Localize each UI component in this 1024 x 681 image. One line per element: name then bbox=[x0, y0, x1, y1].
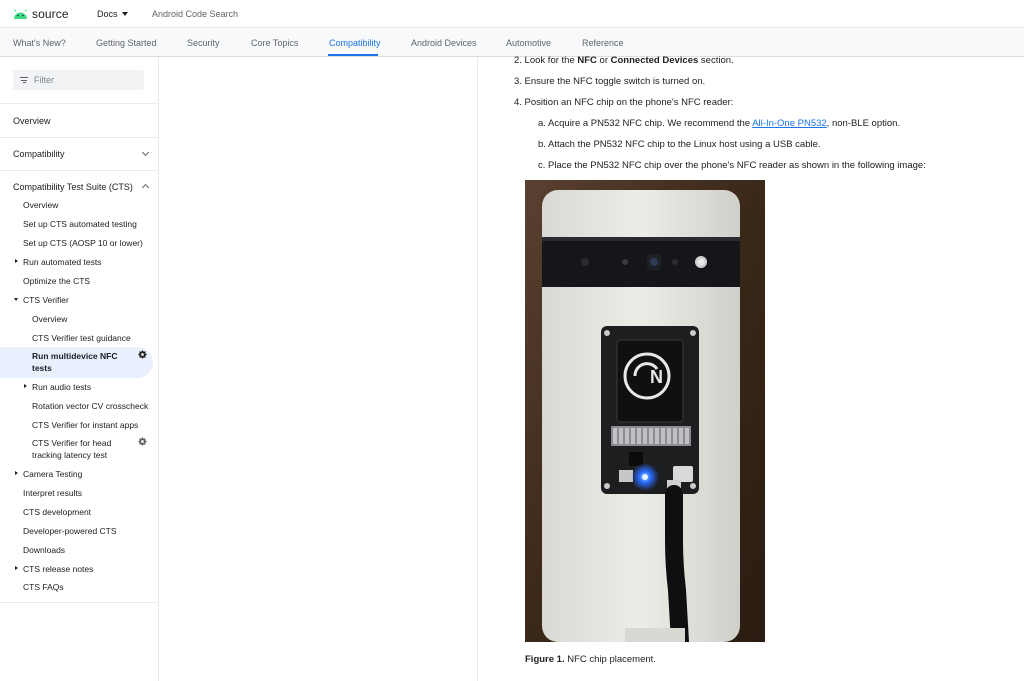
pn532-link[interactable]: All-In-One PN532 bbox=[752, 118, 826, 129]
top-bar: source Docs Android Code Search bbox=[0, 0, 1024, 28]
nfc-chip-photo: N bbox=[525, 180, 765, 642]
sidebar-item-developer-powered[interactable]: Developer-powered CTS bbox=[23, 525, 117, 537]
sidebar-item-interpret-results[interactable]: Interpret results bbox=[23, 487, 82, 499]
sidebar-item-optimize[interactable]: Optimize the CTS bbox=[23, 275, 90, 287]
sub-step-b: b. Attach the PN532 NFC chip to the Linu… bbox=[538, 139, 821, 150]
android-logo-icon bbox=[14, 8, 27, 19]
step-2-bold-nfc: NFC bbox=[577, 55, 597, 66]
caret-down-icon bbox=[121, 12, 128, 16]
step-2-suffix: section. bbox=[698, 55, 734, 66]
sidebar-item-run-audio[interactable]: Run audio tests bbox=[32, 381, 91, 393]
caption-label: Figure 1. bbox=[525, 654, 565, 665]
settings-badge-icon bbox=[138, 437, 147, 446]
tab-compatibility[interactable]: Compatibility bbox=[329, 38, 381, 48]
step-4: 4. Position an NFC chip on the phone's N… bbox=[514, 97, 734, 108]
sidebar-item-head-tracking-line2[interactable]: tracking latency test bbox=[32, 449, 107, 461]
expand-arrow-icon[interactable] bbox=[15, 566, 18, 570]
sidebar-compatibility[interactable]: Compatibility bbox=[13, 149, 65, 159]
nfc-placement-image: N bbox=[525, 180, 765, 642]
caption-text: NFC chip placement. bbox=[564, 654, 656, 665]
expand-arrow-icon[interactable] bbox=[24, 384, 27, 388]
sidebar-item-verifier-guidance[interactable]: CTS Verifier test guidance bbox=[32, 332, 131, 344]
sub-step-a-suffix: , non-BLE option. bbox=[826, 118, 901, 129]
tab-bar: What's New? Getting Started Security Cor… bbox=[0, 28, 1024, 57]
tab-automotive[interactable]: Automotive bbox=[506, 38, 551, 48]
sidebar-item-setup-automated[interactable]: Set up CTS automated testing bbox=[23, 218, 137, 230]
sub-step-a-text: a. Acquire a PN532 NFC chip. We recommen… bbox=[538, 118, 753, 129]
blank-column bbox=[159, 57, 478, 681]
sidebar-item-camera-testing[interactable]: Camera Testing bbox=[23, 468, 82, 480]
tab-getting-started[interactable]: Getting Started bbox=[96, 38, 157, 48]
chevron-down-icon[interactable] bbox=[141, 148, 150, 157]
step-2: 2. Look for the NFC or Connected Devices… bbox=[514, 55, 734, 66]
docs-label: Docs bbox=[97, 9, 118, 19]
sidebar-item-release-notes[interactable]: CTS release notes bbox=[23, 563, 93, 575]
sidebar-divider bbox=[0, 170, 158, 171]
sidebar-divider bbox=[0, 602, 158, 603]
step-2-or: or bbox=[596, 55, 611, 66]
sidebar-item-run-multidevice-nfc-line2[interactable]: tests bbox=[32, 362, 52, 374]
sidebar-item-verifier-overview[interactable]: Overview bbox=[32, 313, 67, 325]
sidebar-item-cts-verifier[interactable]: CTS Verifier bbox=[23, 294, 69, 306]
logo-text: source bbox=[32, 7, 69, 21]
tab-android-devices[interactable]: Android Devices bbox=[411, 38, 477, 48]
settings-badge-icon bbox=[138, 350, 147, 359]
code-search-link[interactable]: Android Code Search bbox=[152, 9, 238, 19]
sidebar-item-cts-overview[interactable]: Overview bbox=[23, 199, 58, 211]
sidebar-item-setup-aosp10[interactable]: Set up CTS (AOSP 10 or lower) bbox=[23, 237, 143, 249]
sidebar-item-instant-apps[interactable]: CTS Verifier for instant apps bbox=[32, 419, 138, 431]
sub-step-a: a. Acquire a PN532 NFC chip. We recommen… bbox=[538, 118, 900, 129]
sidebar-item-downloads[interactable]: Downloads bbox=[23, 544, 65, 556]
svg-text:N: N bbox=[650, 367, 663, 387]
sidebar-divider bbox=[0, 103, 158, 104]
docs-menu[interactable]: Docs bbox=[97, 9, 128, 19]
tab-whats-new[interactable]: What's New? bbox=[13, 38, 66, 48]
tab-reference[interactable]: Reference bbox=[582, 38, 624, 48]
step-2-text: 2. Look for the bbox=[514, 55, 578, 66]
filter-input[interactable] bbox=[34, 75, 134, 85]
logo[interactable]: source bbox=[13, 7, 69, 21]
tab-core-topics[interactable]: Core Topics bbox=[251, 38, 298, 48]
tab-security[interactable]: Security bbox=[187, 38, 220, 48]
sidebar-item-head-tracking[interactable]: CTS Verifier for head bbox=[32, 437, 111, 449]
sidebar-item-rotation-vector[interactable]: Rotation vector CV crosscheck bbox=[32, 400, 148, 412]
sidebar-item-cts-faqs[interactable]: CTS FAQs bbox=[23, 581, 64, 593]
sidebar-item-run-multidevice-nfc[interactable]: Run multidevice NFC bbox=[32, 350, 117, 362]
step-3: 3. Ensure the NFC toggle switch is turne… bbox=[514, 76, 706, 87]
expand-arrow-icon[interactable] bbox=[15, 471, 18, 475]
sidebar: Overview Compatibility Compatibility Tes… bbox=[0, 57, 159, 681]
filter-icon bbox=[20, 77, 28, 83]
active-tab-indicator bbox=[328, 54, 378, 56]
chevron-up-icon[interactable] bbox=[141, 183, 150, 192]
main-content: 2. Look for the NFC or Connected Devices… bbox=[479, 55, 1024, 681]
sidebar-item-cts-development[interactable]: CTS development bbox=[23, 506, 91, 518]
step-2-bold-connected: Connected Devices bbox=[610, 55, 699, 66]
filter-box[interactable] bbox=[13, 70, 144, 90]
sidebar-overview[interactable]: Overview bbox=[13, 116, 51, 126]
expand-arrow-icon[interactable] bbox=[15, 259, 18, 263]
sidebar-item-run-automated[interactable]: Run automated tests bbox=[23, 256, 101, 268]
collapse-arrow-icon[interactable] bbox=[14, 298, 18, 301]
sidebar-cts-heading[interactable]: Compatibility Test Suite (CTS) bbox=[13, 182, 133, 192]
sidebar-divider bbox=[0, 137, 158, 138]
figure-caption: Figure 1. NFC chip placement. bbox=[525, 654, 656, 665]
sub-step-c: c. Place the PN532 NFC chip over the pho… bbox=[538, 160, 926, 171]
